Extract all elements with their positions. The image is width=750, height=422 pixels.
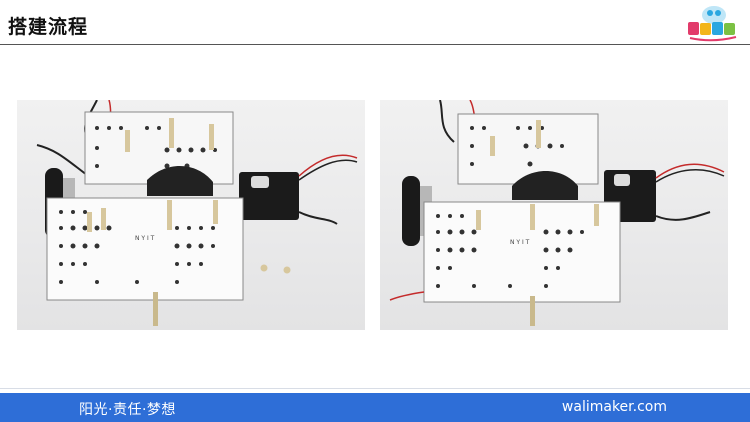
header-divider [0, 44, 750, 45]
assembly-photo-left: N Y I T [17, 100, 365, 330]
footer-slogan: 阳光·责任·梦想 [79, 402, 176, 418]
slide-header: 搭建流程 [0, 0, 750, 46]
robot-chassis-photo: N Y I T [36, 100, 358, 326]
brand-logo-icon [688, 6, 737, 42]
assembly-photo-right: N Y I T [380, 100, 728, 330]
robot-chassis-photo: N Y I T [389, 100, 725, 326]
footer-bar: 阳光·责任·梦想 walimaker.com [0, 393, 750, 422]
plate-marking: N Y I T [135, 235, 155, 242]
slide-title: 搭建流程 [8, 16, 89, 38]
plate-marking: N Y I T [510, 239, 530, 246]
footer-website-link[interactable]: walimaker.com [562, 399, 667, 415]
footer-divider [0, 388, 750, 389]
